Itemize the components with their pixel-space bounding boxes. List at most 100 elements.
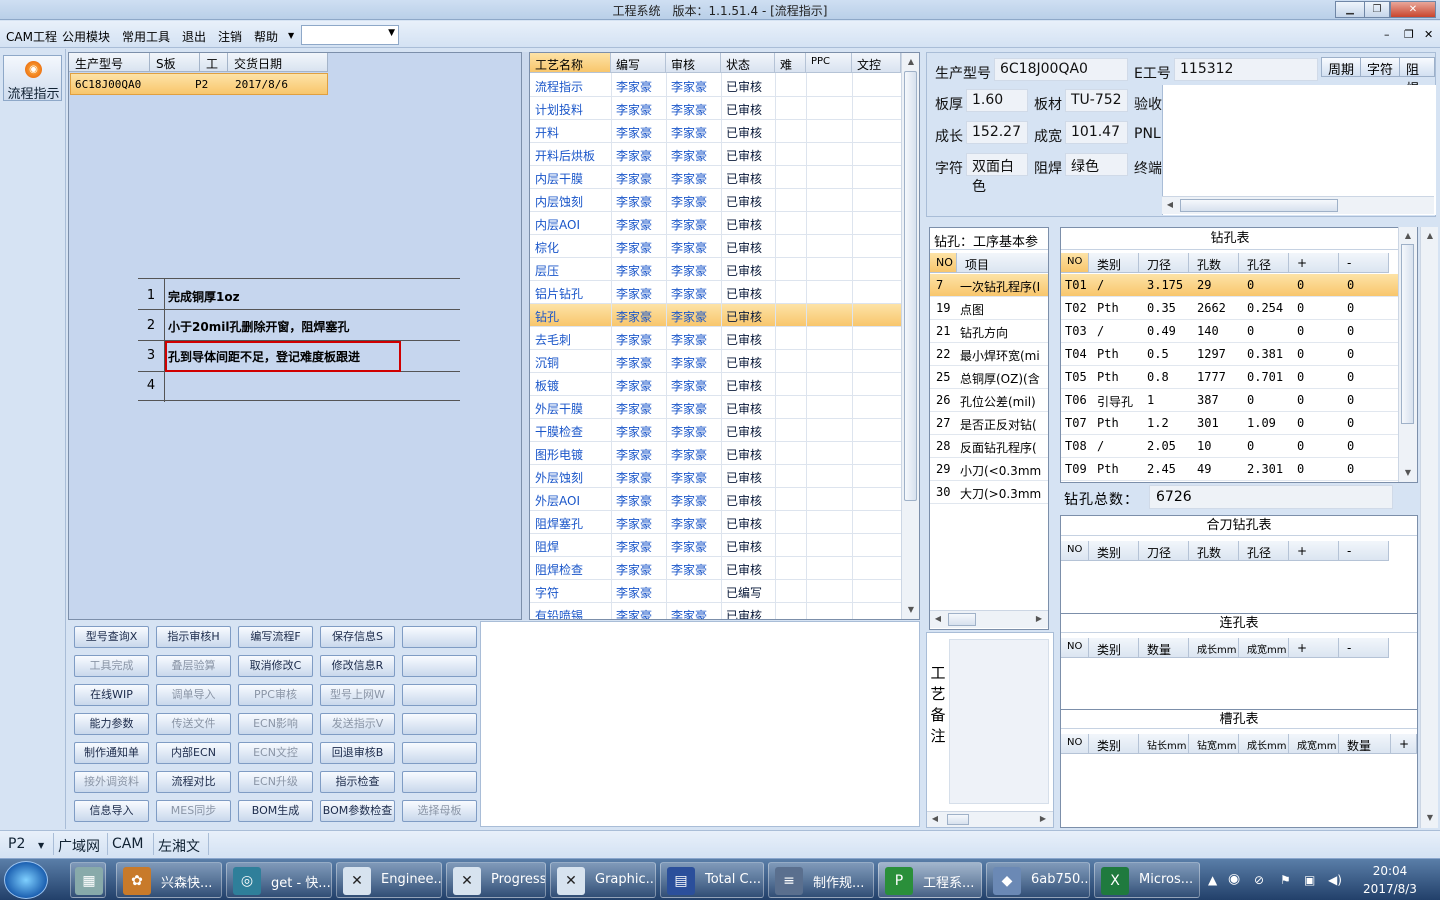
process-row[interactable]: 沉铜 李家豪 李家豪 已审核 bbox=[530, 350, 901, 373]
col-ppc[interactable]: PPC bbox=[806, 53, 852, 73]
process-row[interactable]: 开料 李家豪 李家豪 已审核 bbox=[530, 120, 901, 143]
drill-row[interactable]: T01 / 3.175 29 0 0 0 bbox=[1061, 274, 1399, 297]
combo_drill-col[interactable]: 孔数 bbox=[1189, 541, 1239, 561]
tab-cycle[interactable]: 周期 bbox=[1321, 57, 1362, 78]
scroll-up-icon[interactable]: ▲ bbox=[1422, 228, 1438, 244]
function-button[interactable]: 传送文件 bbox=[156, 713, 231, 735]
drill-col[interactable]: 刀径 bbox=[1139, 253, 1189, 273]
function-button[interactable]: ECN文控 bbox=[238, 742, 313, 764]
process-row[interactable]: 铝片钻孔 李家豪 李家豪 已审核 bbox=[530, 281, 901, 304]
drill-col[interactable]: NO bbox=[1061, 253, 1089, 273]
process-row[interactable]: 钻孔 李家豪 李家豪 已审核 bbox=[530, 304, 901, 327]
function-button[interactable] bbox=[402, 626, 477, 648]
clock-date[interactable]: 2017/8/3 bbox=[1358, 882, 1422, 896]
flow-instruction-button[interactable]: ◉ 流程指示 bbox=[3, 55, 62, 102]
mdi-minimize-icon[interactable]: – bbox=[1384, 28, 1390, 41]
link_holes-col[interactable]: 成长mm bbox=[1189, 638, 1239, 658]
combo_drill-col[interactable]: 刀径 bbox=[1139, 541, 1189, 561]
slot_holes-col[interactable]: 钻宽mm bbox=[1189, 734, 1239, 754]
process-row[interactable]: 干膜检查 李家豪 李家豪 已审核 bbox=[530, 419, 901, 442]
process-row[interactable]: 阻焊 李家豪 李家豪 已审核 bbox=[530, 534, 901, 557]
process-row[interactable]: 层压 李家豪 李家豪 已审核 bbox=[530, 258, 901, 281]
slot_holes-col[interactable]: 成宽mm bbox=[1289, 734, 1339, 754]
combo_drill-col[interactable]: 类别 bbox=[1089, 541, 1139, 561]
tab-solder-mask[interactable]: 阻焊 bbox=[1399, 57, 1435, 97]
process-row[interactable]: 板镀 李家豪 李家豪 已审核 bbox=[530, 373, 901, 396]
scroll-right-icon[interactable]: ▶ bbox=[1031, 611, 1047, 627]
scroll-right-icon[interactable]: ▶ bbox=[1035, 812, 1051, 826]
slot_holes-col[interactable]: 钻长mm bbox=[1139, 734, 1189, 754]
params-row[interactable]: 28 反面钻孔程序( bbox=[930, 435, 1048, 458]
slot_holes-col[interactable]: 类别 bbox=[1089, 734, 1139, 754]
model-row[interactable]: 6C18J00QA0 P2 2017/8/6 bbox=[70, 73, 328, 95]
function-button[interactable]: BOM生成 bbox=[238, 800, 313, 822]
antivirus-icon[interactable]: ⊘ bbox=[1254, 873, 1264, 887]
slot_holes-col[interactable]: NO bbox=[1061, 734, 1089, 754]
function-button[interactable]: 叠层验算 bbox=[156, 655, 231, 677]
params-row[interactable]: 30 大刀(>0.3mm bbox=[930, 481, 1048, 504]
slot_holes-col[interactable]: 数量 bbox=[1339, 734, 1391, 754]
process-row[interactable]: 有铅喷锡 李家豪 李家豪 已审核 bbox=[530, 603, 901, 619]
params-row[interactable]: 27 是否正反对钻( bbox=[930, 412, 1048, 435]
scroll-left-icon[interactable]: ◀ bbox=[927, 812, 943, 826]
chevron-down-icon[interactable]: ▼ bbox=[288, 31, 294, 40]
params-row[interactable]: 22 最小焊环宽(mi bbox=[930, 343, 1048, 366]
taskbar-app[interactable]: P 工程系... bbox=[878, 862, 982, 898]
link_holes-col[interactable]: - bbox=[1339, 638, 1389, 658]
taskbar-app[interactable]: ◎ get - 快... bbox=[226, 862, 332, 898]
e-no-field[interactable]: 115312 bbox=[1174, 58, 1318, 81]
params-row[interactable]: 25 总铜厚(OZ)(含 bbox=[930, 366, 1048, 389]
drill-col[interactable]: + bbox=[1289, 253, 1339, 273]
function-button[interactable]: MES同步 bbox=[156, 800, 231, 822]
menu-help[interactable]: 帮助 bbox=[254, 28, 278, 45]
drill-row[interactable]: T02 Pth 0.35 2662 0.254 0 0 bbox=[1061, 297, 1399, 320]
scroll-down-icon[interactable]: ▼ bbox=[903, 602, 919, 618]
material-field[interactable]: TU-752 bbox=[1065, 89, 1128, 112]
taskbar-app[interactable]: ✿ 兴森快... bbox=[116, 862, 222, 898]
taskbar-app[interactable]: ▤ Total C... bbox=[660, 862, 764, 898]
link_holes-col[interactable]: NO bbox=[1061, 638, 1089, 658]
thickness-field[interactable]: 1.60 bbox=[966, 89, 1028, 112]
function-button[interactable] bbox=[402, 684, 477, 706]
col-factory[interactable]: 工厂 bbox=[200, 53, 228, 88]
drill-col[interactable]: 类别 bbox=[1089, 253, 1139, 273]
taskbar-app[interactable]: ✕ Graphic... bbox=[550, 862, 656, 898]
panel-splitter[interactable] bbox=[522, 52, 529, 620]
function-button[interactable]: ECN影响 bbox=[238, 713, 313, 735]
menu-exit[interactable]: 退出 bbox=[182, 28, 206, 45]
minimize-button[interactable]: ▁ bbox=[1335, 1, 1365, 18]
length-field[interactable]: 152.27 bbox=[966, 121, 1028, 144]
scroll-up-icon[interactable]: ▲ bbox=[903, 54, 919, 70]
char-field[interactable]: 双面白色 bbox=[966, 153, 1028, 195]
close-button[interactable]: ✕ bbox=[1390, 1, 1436, 18]
factory-select[interactable]: P2 bbox=[8, 836, 25, 852]
link_holes-col[interactable]: 数量 bbox=[1139, 638, 1189, 658]
col-reviewer[interactable]: 审核 bbox=[666, 53, 721, 73]
combo_drill-col[interactable]: 孔径 bbox=[1239, 541, 1289, 561]
taskbar-app[interactable]: ✕ Enginee... bbox=[336, 862, 442, 898]
params-row[interactable]: 29 小刀(<0.3mm bbox=[930, 458, 1048, 481]
col-difficulty[interactable]: 难 bbox=[775, 53, 806, 73]
process-row[interactable]: 内层蚀刻 李家豪 李家豪 已审核 bbox=[530, 189, 901, 212]
drill-row[interactable]: T08 / 2.05 10 0 0 0 bbox=[1061, 435, 1399, 458]
drill-row[interactable]: T07 Pth 1.2 301 1.09 0 0 bbox=[1061, 412, 1399, 435]
drill-row[interactable]: T05 Pth 0.8 1777 0.701 0 0 bbox=[1061, 366, 1399, 389]
function-button[interactable]: BOM参数检查 bbox=[320, 800, 395, 822]
params-row[interactable]: 7 一次钻孔程序(I bbox=[930, 274, 1048, 297]
menu-tools[interactable]: 常用工具 bbox=[122, 28, 170, 45]
col-author[interactable]: 编写 bbox=[611, 53, 666, 73]
remark-hscrollbar[interactable]: ◀ ▶ bbox=[927, 811, 1053, 827]
combo_drill-col[interactable]: - bbox=[1339, 541, 1389, 561]
drill-row[interactable]: T06 引导孔 1 387 0 0 0 bbox=[1061, 389, 1399, 412]
drill-scrollbar[interactable]: ▲ ▼ bbox=[1398, 227, 1417, 482]
function-button[interactable]: 保存信息S bbox=[320, 626, 395, 648]
maximize-button[interactable]: ❐ bbox=[1364, 1, 1390, 18]
col-doc-control[interactable]: 文控 bbox=[852, 53, 901, 73]
drill-row[interactable]: T03 / 0.49 140 0 0 0 bbox=[1061, 320, 1399, 343]
taskbar-app[interactable]: X Micros... bbox=[1094, 862, 1200, 898]
menu-cam[interactable]: CAM工程 bbox=[6, 28, 57, 45]
col-prod-no[interactable]: 生产型号 bbox=[69, 53, 150, 72]
function-button[interactable]: 在线WIP bbox=[74, 684, 149, 706]
start-button[interactable] bbox=[4, 861, 48, 899]
function-button[interactable] bbox=[402, 742, 477, 764]
